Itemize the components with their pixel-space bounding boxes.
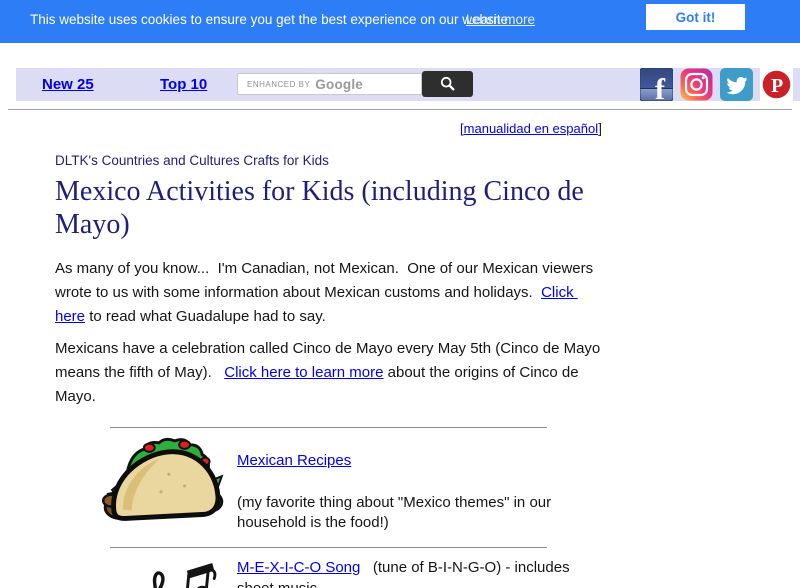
cookie-message: This website uses cookies to ensure you … (30, 12, 512, 27)
instagram-icon (680, 68, 713, 101)
songs-text-cell: M-E-X-I-C-O Song (tune of B-I-N-G-O) - i… (237, 555, 602, 588)
nav-link-top-10[interactable]: Top 10 (160, 76, 207, 93)
intro-paragraph-2: Mexicans have a celebration called Cinco… (55, 337, 602, 409)
music-notes-icon (152, 562, 217, 588)
social-icons: f P (640, 68, 793, 101)
search-placeholder-enhanced: ENHANCED BY (247, 79, 311, 89)
recipes-text-cell: Mexican Recipes (my favorite thing about… (237, 435, 602, 538)
pinterest-icon: P (760, 68, 793, 101)
twitter-link[interactable] (720, 68, 753, 101)
mexico-song-link[interactable]: M-E-X-I-C-O Song (237, 559, 360, 576)
page-title: Mexico Activities for Kids (including Ci… (55, 176, 584, 240)
songs-icon-cell (55, 555, 237, 588)
site-section-label: DLTK's Countries and Cultures Crafts for… (55, 153, 329, 168)
svg-text:f: f (655, 73, 666, 101)
twitter-icon (720, 68, 753, 101)
header-divider (8, 109, 792, 110)
svg-text:P: P (771, 75, 783, 97)
recipes-icon-cell (55, 435, 237, 538)
main-content: [manualidad en español] DLTK's Countries… (55, 120, 602, 588)
got-it-button[interactable]: Got it! (646, 4, 745, 30)
magnifier-icon (440, 76, 455, 91)
nav-link-new-25[interactable]: New 25 (42, 76, 94, 93)
search-placeholder-google: Google (315, 76, 363, 92)
list-item-songs: M-E-X-I-C-O Song (tune of B-I-N-G-O) - i… (55, 548, 602, 588)
learn-more-link[interactable]: Learn more (466, 12, 535, 27)
intro1-text-b: to read what Guadalupe had to say. (85, 308, 326, 325)
mexican-recipes-link[interactable]: Mexican Recipes (237, 452, 351, 469)
search-input[interactable]: ENHANCED BY Google (237, 73, 422, 95)
spanish-version-bracket: ] (598, 120, 602, 136)
search-button[interactable] (422, 71, 473, 97)
navbar: New 25 Top 10 ENHANCED BY Google f P (16, 68, 800, 101)
song-mexico: M-E-X-I-C-O Song (tune of B-I-N-G-O) - i… (237, 557, 602, 588)
spanish-version-row: [manualidad en español] (55, 120, 602, 138)
cookie-banner: This website uses cookies to ensure you … (0, 0, 800, 43)
intro1-text-a: As many of you know... I'm Canadian, not… (55, 260, 598, 301)
cinco-de-mayo-learn-more-link[interactable]: Click here to learn more (224, 364, 383, 381)
facebook-link[interactable]: f (640, 68, 673, 101)
list-item-recipes: Mexican Recipes (my favorite thing about… (55, 428, 602, 547)
intro-paragraph-1: As many of you know... I'm Canadian, not… (55, 257, 602, 329)
instagram-link[interactable] (680, 68, 713, 101)
page: This website uses cookies to ensure you … (0, 0, 800, 588)
recipes-note: (my favorite thing about "Mexico themes"… (237, 494, 556, 531)
pinterest-link[interactable]: P (760, 68, 793, 101)
taco-icon (101, 437, 224, 521)
craft-items: Mexican Recipes (my favorite thing about… (55, 427, 602, 588)
facebook-icon: f (640, 68, 673, 101)
spanish-version-link[interactable]: [manualidad en español (460, 121, 598, 136)
